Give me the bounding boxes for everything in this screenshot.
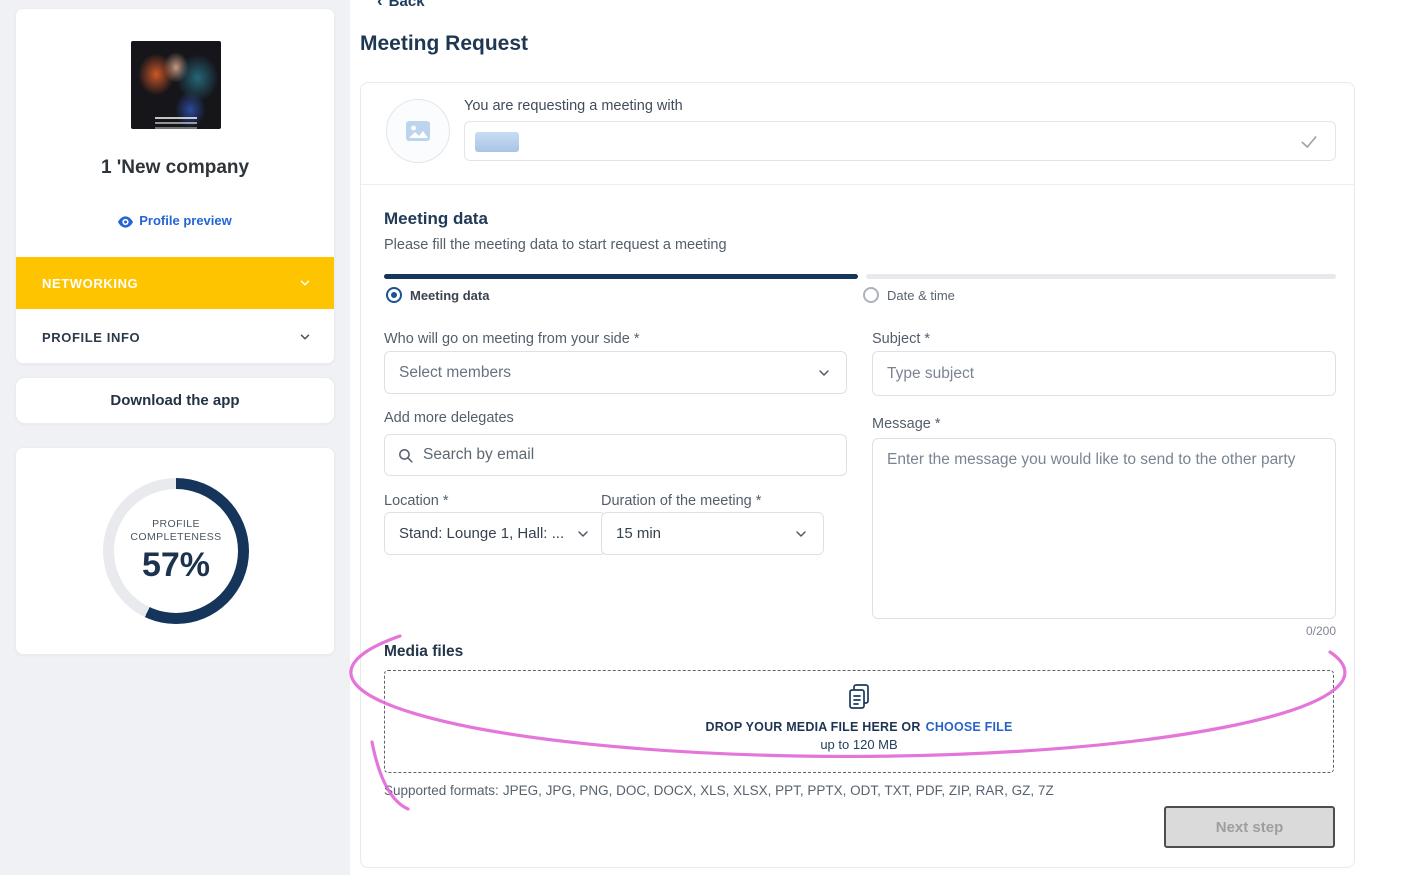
supported-formats-label: Supported formats: xyxy=(384,783,499,798)
members-value: Select members xyxy=(399,364,816,382)
media-files-title: Media files xyxy=(384,643,463,661)
duration-select[interactable]: 15 min xyxy=(601,512,824,555)
supported-formats-list: JPEG, JPG, PNG, DOC, DOCX, XLS, XLSX, PP… xyxy=(503,783,1054,798)
copy-documents-icon xyxy=(385,683,1333,716)
sidebar-item-label: NETWORKING xyxy=(42,276,298,291)
size-limit: up to 120 MB xyxy=(385,737,1333,752)
supported-formats: Supported formats: JPEG, JPG, PNG, DOC, D… xyxy=(384,783,1054,798)
download-app-button[interactable]: Download the app xyxy=(15,377,335,424)
message-textarea[interactable] xyxy=(872,438,1336,619)
chevron-down-icon xyxy=(793,526,809,542)
delegates-label: Add more delegates xyxy=(384,410,514,426)
completeness-label-line2: COMPLETENESS xyxy=(130,531,221,544)
back-label: Back xyxy=(389,0,425,10)
delegates-search-field[interactable] xyxy=(384,434,847,476)
eye-icon xyxy=(118,216,133,228)
profile-preview-link[interactable]: Profile preview xyxy=(16,213,334,228)
message-counter: 0/200 xyxy=(872,624,1336,638)
chevron-down-icon xyxy=(575,526,591,542)
location-select[interactable]: Stand: Lounge 1, Hall: ... xyxy=(384,512,606,555)
radio-unselected-icon xyxy=(863,287,879,303)
progress-bar-active xyxy=(384,274,858,279)
company-name: 1 'New company xyxy=(16,157,334,179)
meeting-data-title: Meeting data xyxy=(384,209,488,229)
completeness-value: 57% xyxy=(142,546,210,585)
sidebar-item-label: PROFILE INFO xyxy=(42,330,298,345)
progress-bar-inactive xyxy=(866,274,1336,279)
subject-input[interactable] xyxy=(872,351,1336,396)
divider xyxy=(361,184,1354,185)
recipient-name-chip xyxy=(475,132,519,152)
delegates-search-input[interactable] xyxy=(423,446,834,464)
image-icon xyxy=(405,120,431,142)
recipient-field[interactable] xyxy=(464,121,1336,161)
step-date-time[interactable]: Date & time xyxy=(863,287,955,303)
meeting-data-subtitle: Please fill the meeting data to start re… xyxy=(384,237,727,253)
meeting-request-card: You are requesting a meeting with Meetin… xyxy=(360,82,1355,868)
profile-preview-label: Profile preview xyxy=(139,213,231,228)
chevron-down-icon xyxy=(298,276,312,290)
choose-file-link[interactable]: CHOOSE FILE xyxy=(926,720,1013,734)
subject-label: Subject * xyxy=(872,331,930,347)
page: 1 'New company Profile preview NETWORKIN… xyxy=(0,0,1418,875)
completeness-label-line1: PROFILE xyxy=(152,518,200,531)
recipient-label: You are requesting a meeting with xyxy=(464,98,683,114)
completeness-ring: PROFILE COMPLETENESS 57% xyxy=(103,478,249,624)
next-step-label: Next step xyxy=(1216,819,1284,836)
back-link[interactable]: ‹ Back xyxy=(377,0,425,11)
location-label: Location * xyxy=(384,493,449,509)
duration-label: Duration of the meeting * xyxy=(601,493,761,509)
company-card: 1 'New company Profile preview NETWORKIN… xyxy=(15,8,335,364)
drop-text: DROP YOUR MEDIA FILE HERE OR xyxy=(705,720,920,734)
download-app-label: Download the app xyxy=(110,392,239,409)
members-select[interactable]: Select members xyxy=(384,351,847,394)
duration-value: 15 min xyxy=(616,525,793,542)
media-dropzone[interactable]: DROP YOUR MEDIA FILE HERE ORCHOOSE FILE … xyxy=(384,670,1334,773)
location-value: Stand: Lounge 1, Hall: ... xyxy=(399,525,575,542)
completeness-card: PROFILE COMPLETENESS 57% xyxy=(15,447,335,655)
check-icon xyxy=(1299,132,1319,157)
message-label: Message * xyxy=(872,416,941,432)
chevron-down-icon xyxy=(816,365,832,381)
sidebar: 1 'New company Profile preview NETWORKIN… xyxy=(0,0,350,875)
sidebar-item-profile-info[interactable]: PROFILE INFO xyxy=(16,309,334,364)
search-icon xyxy=(397,447,414,464)
step-meeting-data[interactable]: Meeting data xyxy=(386,287,489,303)
sidebar-item-networking[interactable]: NETWORKING xyxy=(16,257,334,309)
members-label: Who will go on meeting from your side * xyxy=(384,331,639,347)
page-title: Meeting Request xyxy=(360,32,528,56)
avatar xyxy=(386,99,450,163)
company-logo xyxy=(131,41,221,129)
chevron-down-icon xyxy=(298,330,312,344)
step-label: Date & time xyxy=(887,288,955,303)
chevron-left-icon: ‹ xyxy=(377,0,383,10)
radio-selected-icon xyxy=(386,287,402,303)
next-step-button[interactable]: Next step xyxy=(1164,806,1335,848)
step-label: Meeting data xyxy=(410,288,489,303)
